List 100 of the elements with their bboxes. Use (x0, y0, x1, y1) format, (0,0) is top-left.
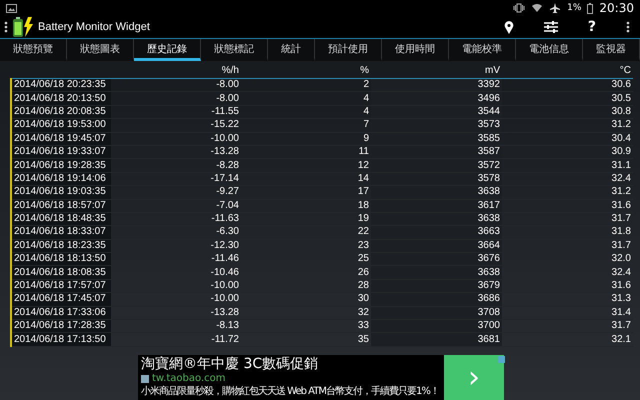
table-cell: -11.63 (111, 212, 241, 226)
table-cell: 2014/06/18 20:08:35 (11, 105, 111, 119)
table-cell: 4 (241, 105, 371, 119)
tab[interactable]: 監視器 (583, 39, 640, 61)
table-cell: 31.7 (502, 212, 633, 226)
table-cell: 3573 (371, 118, 502, 132)
table-cell: 32.0 (502, 252, 633, 266)
table-cell: -8.28 (111, 158, 241, 172)
table-cell: 30.9 (502, 145, 633, 159)
location-pin-icon[interactable] (504, 20, 514, 34)
ad-headline[interactable]: 淘寶網®年中慶 3C數碼促銷 (141, 356, 441, 373)
table-cell: -11.55 (111, 105, 241, 119)
picture-icon (6, 4, 17, 12)
table-cell: 32.4 (502, 266, 633, 280)
tab[interactable]: 狀態預覽 (0, 39, 67, 61)
table-cell: 3578 (371, 172, 502, 186)
table-cell: 30.8 (502, 105, 633, 119)
table-cell: -10.46 (111, 266, 241, 280)
table-cell: 3638 (371, 186, 502, 200)
table-cell: 11 (241, 145, 371, 159)
tab[interactable]: 狀態標記 (201, 39, 268, 61)
battery-icon (587, 2, 594, 14)
table-cell: 3572 (371, 158, 502, 172)
tab[interactable]: 統計 (268, 39, 315, 61)
table-cell: 3617 (371, 199, 502, 212)
table-cell: 2014/06/18 19:14:06 (11, 172, 111, 186)
table-cell: 12 (241, 158, 371, 172)
table-cell: 2014/06/18 19:45:07 (11, 132, 111, 146)
table-cell: -15.22 (111, 118, 241, 132)
table-cell: -6.30 (111, 226, 241, 240)
table-cell: -17.14 (111, 172, 241, 186)
table-cell: 3638 (371, 266, 502, 280)
wifi-icon (531, 2, 544, 14)
table-cell: 31.7 (502, 239, 633, 253)
table-cell: 3679 (371, 279, 502, 293)
overflow-icon[interactable] (4, 21, 8, 33)
tab[interactable]: 預計使用 (315, 39, 382, 61)
help-button[interactable]: ? (588, 19, 596, 35)
vibrate-icon (513, 2, 526, 14)
table-cell: 2014/06/18 18:08:35 (11, 266, 111, 280)
table-cell: 2014/06/18 18:23:35 (11, 239, 111, 253)
table-cell: -8.00 (111, 92, 241, 106)
table-cell: 3638 (371, 212, 502, 226)
table-cell: 3392 (371, 78, 502, 92)
table-cell: -11.72 (111, 332, 241, 346)
column-header: % (241, 63, 371, 78)
table-cell: 2014/06/18 17:45:07 (11, 292, 111, 306)
ad-url[interactable]: tw.taobao.com (152, 373, 226, 385)
settings-sliders-icon[interactable] (544, 21, 558, 33)
table-cell: 2014/06/18 17:33:06 (11, 306, 111, 320)
table-cell: 2014/06/18 17:28:35 (11, 320, 111, 333)
table-cell: -7.04 (111, 199, 241, 212)
table-cell: -13.28 (111, 145, 241, 159)
table-cell: -11.46 (111, 252, 241, 266)
battery-percent: 1% (567, 3, 582, 13)
tab[interactable]: 狀態圖表 (67, 39, 134, 61)
table-cell: 2014/06/18 17:13:50 (11, 332, 111, 346)
tab[interactable]: 歷史記錄 (134, 39, 201, 61)
table-cell: 3496 (371, 92, 502, 106)
table-cell: 30.4 (502, 132, 633, 146)
table-cell: 3544 (371, 105, 502, 119)
table-cell: 2 (241, 78, 371, 92)
table-cell: 33 (241, 320, 371, 333)
table-cell: 9 (241, 132, 371, 146)
table-cell: -13.28 (111, 306, 241, 320)
table-cell: 3681 (371, 332, 502, 346)
table-cell: 14 (241, 172, 371, 186)
ad-banner[interactable]: 淘寶網®年中慶 3C數碼促銷 tw.taobao.com 小米商品限量秒殺，購物紅包天天送 Web ATM台幣支付，手續費只要1%！ › (138, 355, 504, 400)
table-cell: 3676 (371, 252, 502, 266)
table-cell: 3686 (371, 292, 502, 306)
table-cell: -10.00 (111, 132, 241, 146)
table-cell: 30.6 (502, 78, 633, 92)
table-cell: 31.7 (502, 320, 633, 333)
table-cell: 4 (241, 92, 371, 106)
table-cell: 2014/06/18 18:33:07 (11, 226, 111, 240)
table-cell: 2014/06/18 20:23:35 (11, 78, 111, 92)
table-cell: 31.4 (502, 306, 633, 320)
table-cell: 32.1 (502, 332, 633, 346)
table-cell: -10.00 (111, 292, 241, 306)
tab[interactable]: 使用時間 (382, 39, 449, 61)
table-cell: -8.00 (111, 78, 241, 92)
table-cell: 25 (241, 252, 371, 266)
table-cell: 28 (241, 279, 371, 293)
table-cell: 32 (241, 306, 371, 320)
table-cell: 31.6 (502, 199, 633, 212)
app-title: Battery Monitor Widget (38, 21, 150, 33)
tab[interactable]: 電能校準 (449, 39, 516, 61)
table-cell: 3700 (371, 320, 502, 333)
clock: 20:30 (599, 1, 634, 15)
table-cell: 2014/06/18 17:57:07 (11, 279, 111, 293)
table-cell: 7 (241, 118, 371, 132)
table-cell: 26 (241, 266, 371, 280)
overflow-icon[interactable] (626, 21, 630, 33)
table-cell: 2014/06/18 19:53:00 (11, 118, 111, 132)
table-cell: 31.2 (502, 186, 633, 200)
table-cell: 2014/06/18 19:33:07 (11, 145, 111, 159)
table-cell: 35 (241, 332, 371, 346)
table-cell: 32.4 (502, 172, 633, 186)
table-cell: 30.5 (502, 92, 633, 106)
tab[interactable]: 電池信息 (516, 39, 583, 61)
